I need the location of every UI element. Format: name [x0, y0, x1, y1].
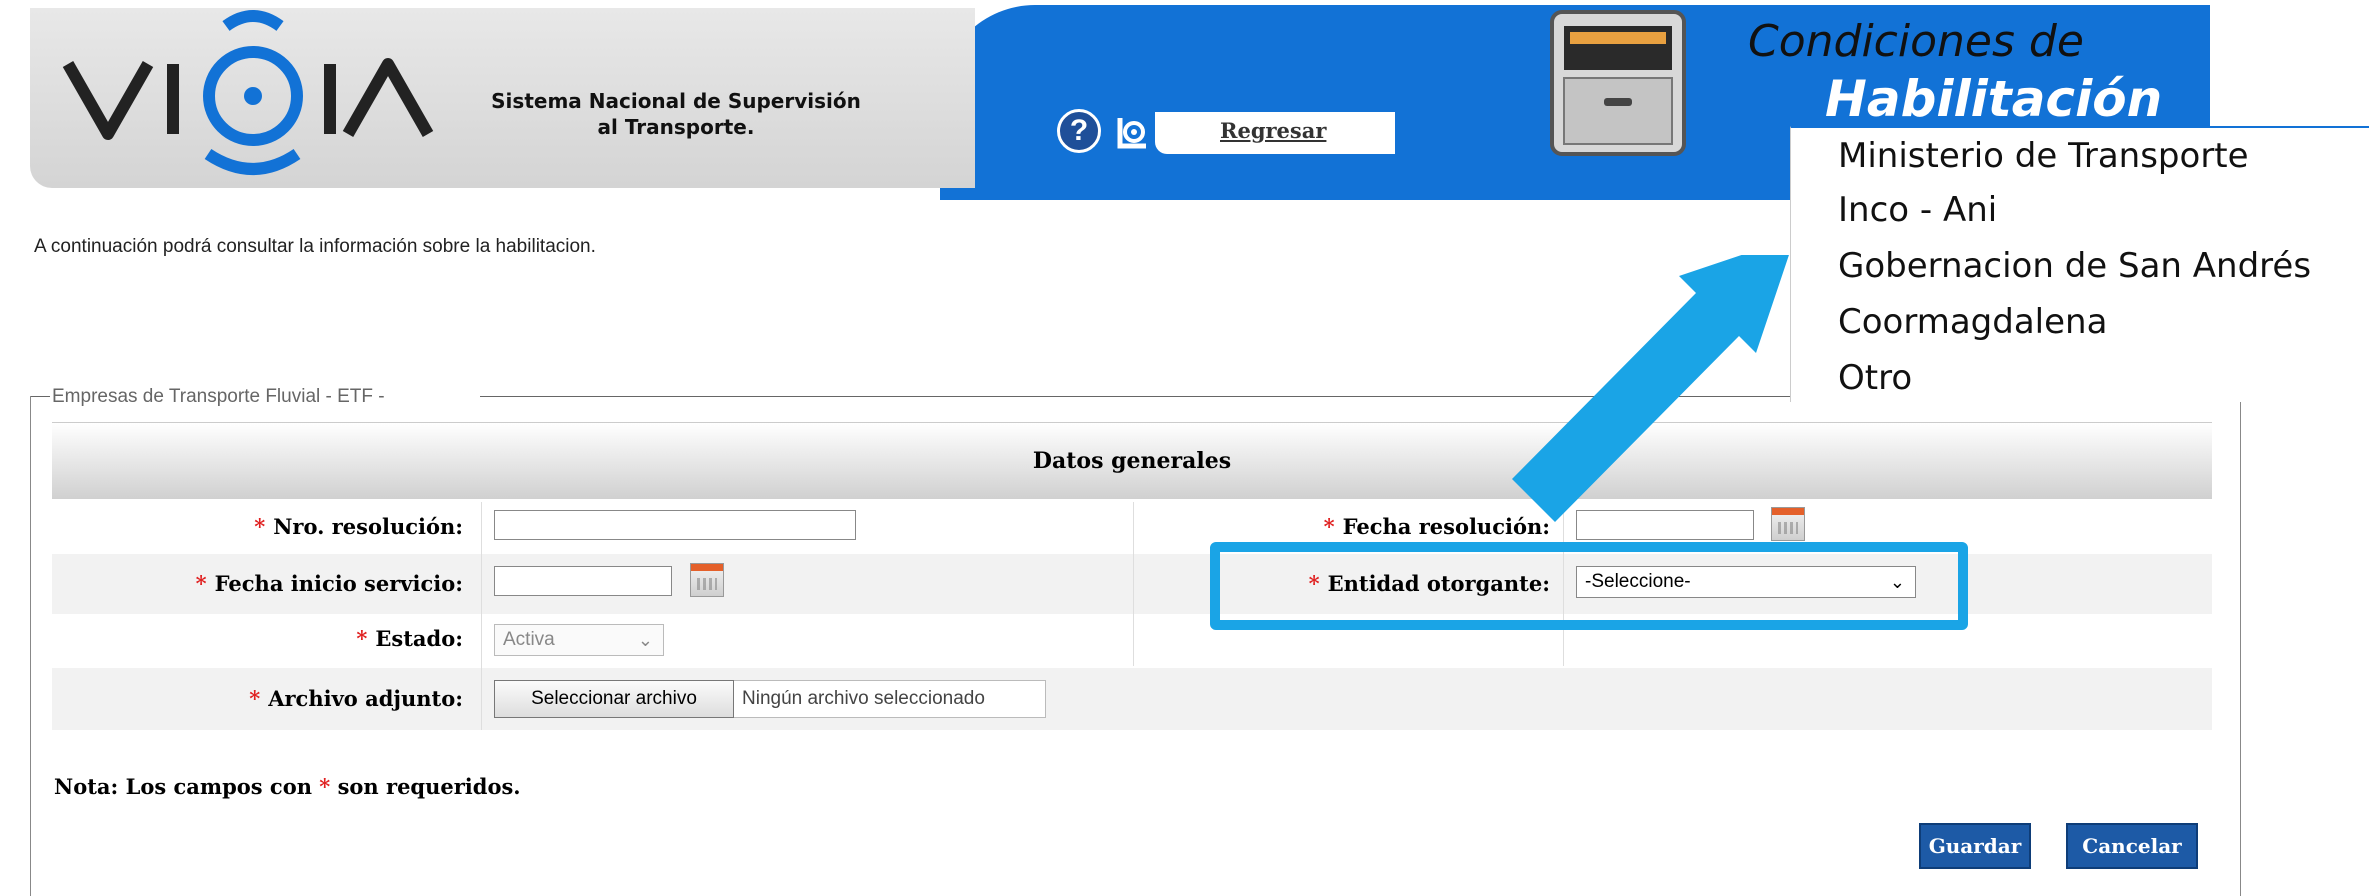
nro-resolucion-input[interactable]: [494, 510, 856, 540]
fieldset-legend: Empresas de Transporte Fluvial - ETF -: [52, 386, 385, 407]
select-value: Activa: [503, 629, 555, 650]
choose-file-button[interactable]: Seleccionar archivo: [494, 680, 734, 718]
column-divider: [481, 502, 482, 730]
header-title-line1: Condiciones de: [1748, 16, 2084, 67]
estado-select: Activa ⌄: [494, 624, 664, 656]
chevron-down-icon: ⌄: [637, 630, 653, 650]
file-status: Ningún archivo seleccionado: [734, 680, 1046, 718]
calendar-icon[interactable]: [690, 563, 724, 597]
required-mark: *: [195, 571, 207, 596]
fecha-inicio-label: * Fecha inicio servicio:: [196, 571, 463, 596]
required-mark: *: [1323, 514, 1335, 539]
back-arrow-icon[interactable]: [1112, 112, 1152, 152]
intro-text: A continuación podrá consultar la inform…: [34, 236, 596, 257]
dropdown-option[interactable]: Gobernacion de San Andrés: [1838, 246, 2311, 286]
nro-resolucion-label: * Nro. resolución:: [254, 514, 463, 539]
file-cabinet-icon: [1550, 10, 1686, 156]
column-divider: [1133, 502, 1134, 666]
label-text: Estado:: [375, 626, 463, 651]
vigia-logo: [62, 10, 434, 175]
highlight-box: [1210, 542, 1968, 630]
dropdown-option[interactable]: Inco - Ani: [1838, 190, 1997, 230]
required-mark: *: [249, 686, 261, 711]
header-subtitle: Sistema Nacional de Supervisión al Trans…: [491, 89, 861, 139]
fieldset-border: [30, 396, 50, 397]
panel-title: Datos generales: [52, 422, 2212, 499]
label-text: Fecha inicio servicio:: [214, 571, 463, 596]
cancel-button[interactable]: Cancelar: [2066, 823, 2198, 869]
note-text: son requeridos.: [337, 774, 521, 799]
arrow-annotation: [1512, 255, 1789, 522]
question-circle-icon[interactable]: ?: [1057, 109, 1101, 153]
save-button[interactable]: Guardar: [1919, 823, 2031, 869]
label-text: Archivo adjunto:: [268, 686, 463, 711]
required-mark: *: [254, 514, 266, 539]
dropdown-option[interactable]: Ministerio de Transporte: [1838, 136, 2249, 176]
page: Sistema Nacional de Supervisión al Trans…: [0, 0, 2369, 896]
header-title-line2: Habilitación: [1825, 70, 2163, 118]
archivo-adjunto-label: * Archivo adjunto:: [249, 686, 463, 711]
required-mark: *: [356, 626, 368, 651]
note-text: Nota: Los campos con: [54, 774, 312, 799]
dropdown-option[interactable]: Coormagdalena: [1838, 302, 2107, 342]
required-mark: *: [319, 774, 331, 799]
dropdown-option[interactable]: Otro: [1838, 358, 1912, 398]
fieldset-border: [2240, 400, 2241, 896]
required-note: Nota: Los campos con * son requeridos.: [54, 774, 521, 799]
back-link[interactable]: Regresar: [1220, 118, 1326, 143]
fieldset-border: [30, 396, 31, 896]
label-text: Nro. resolución:: [273, 514, 463, 539]
fecha-inicio-input[interactable]: [494, 566, 672, 596]
estado-label: * Estado:: [356, 626, 463, 651]
